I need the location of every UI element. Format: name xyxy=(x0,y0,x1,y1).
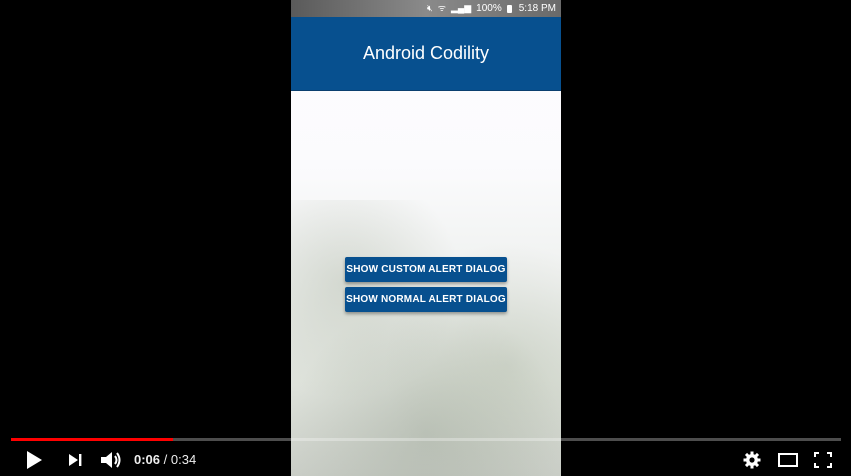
show-custom-alert-dialog-button[interactable]: SHOW CUSTOM ALERT DIALOG xyxy=(345,257,507,282)
battery-percent: 100% xyxy=(476,3,502,14)
current-time: 0:06 xyxy=(134,452,161,467)
theater-mode-button[interactable] xyxy=(776,448,800,472)
gear-icon xyxy=(743,451,761,469)
play-button[interactable] xyxy=(22,448,46,472)
progress-played xyxy=(11,438,173,441)
battery-icon xyxy=(506,4,512,13)
fullscreen-button[interactable] xyxy=(812,448,834,472)
show-normal-alert-dialog-button[interactable]: SHOW NORMAL ALERT DIALOG xyxy=(345,287,507,312)
volume-icon xyxy=(101,452,121,468)
progress-bar[interactable] xyxy=(11,438,841,441)
signal-icon: ▂▄▆ xyxy=(450,3,472,13)
volume-button[interactable] xyxy=(98,448,124,472)
theater-mode-icon xyxy=(778,453,798,467)
video-player[interactable]: 🔇︎ ᯤ ▂▄▆ 100% 5:18 PM Android Codility S… xyxy=(0,0,851,476)
status-time: 5:18 PM xyxy=(518,3,556,14)
fullscreen-icon xyxy=(814,452,832,468)
background-image xyxy=(291,200,561,476)
settings-button[interactable] xyxy=(740,448,764,472)
next-button[interactable] xyxy=(63,448,87,472)
app-bar: Android Codility xyxy=(291,17,561,91)
phone-screen-recording: 🔇︎ ᯤ ▂▄▆ 100% 5:18 PM Android Codility S… xyxy=(291,0,561,476)
next-icon xyxy=(69,454,82,466)
time-display: 0:06 / 0:34 xyxy=(134,452,196,467)
app-title: Android Codility xyxy=(362,43,490,63)
wifi-icon: ᯤ xyxy=(437,3,446,13)
play-icon xyxy=(27,451,42,469)
mute-icon: 🔇︎ xyxy=(427,3,433,13)
status-bar: 🔇︎ ᯤ ▂▄▆ 100% 5:18 PM xyxy=(291,0,561,17)
time-separator: / xyxy=(160,452,171,467)
duration: 0:34 xyxy=(170,452,197,467)
